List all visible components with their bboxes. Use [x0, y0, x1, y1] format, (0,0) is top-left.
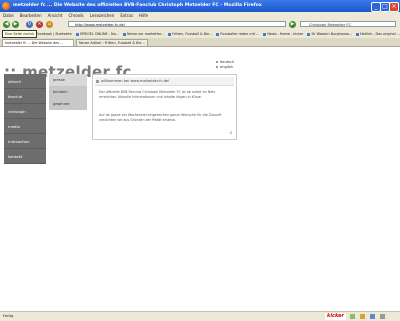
tab-new-article[interactable]: Neuer Artikel ‹ Fritten, Fussball & Bie.… [76, 39, 148, 46]
tab-label: Neuer Artikel ‹ Fritten, Fussball & Bie.… [79, 41, 145, 45]
tab-strip: metzelder fc ... Die Website des ... Neu… [0, 38, 400, 47]
bookmark-item[interactable]: Nemo vor marketfor... [122, 30, 164, 36]
bullet-icon [96, 79, 99, 83]
close-icon[interactable]: × [389, 1, 399, 12]
nav-item-christoph[interactable]: christoph [4, 104, 46, 119]
primary-nav: aktuell fanclub christoph media mitmache… [4, 74, 46, 164]
nav-item-aktuell[interactable]: aktuell [4, 74, 46, 89]
welcome-paragraph-2: Auf de ganze ein Wochenziel eingereichen… [99, 113, 222, 122]
bookmark-icon [122, 32, 126, 36]
nav-item-fanclub[interactable]: fanclub [4, 89, 46, 104]
bookmark-item[interactable]: Fussballer reden mit ... [216, 30, 259, 36]
addon-icon[interactable] [350, 314, 355, 319]
reload-icon[interactable]: ↻ [26, 21, 33, 28]
back-icon[interactable]: ◀ [3, 21, 10, 28]
search-text: Christoph Metzelder FC [309, 23, 351, 27]
tab-metzelder[interactable]: metzelder fc ... Die Website des ... [2, 39, 74, 46]
bookmark-item[interactable]: News - Home - kicker [263, 30, 303, 36]
bookmark-item[interactable]: Fritten, Fussball & Bie... [168, 30, 212, 36]
menu-bookmarks[interactable]: Lesezeichen [87, 12, 118, 18]
bookmark-item[interactable]: Dr Wassim Burghause... [307, 30, 352, 36]
menu-history[interactable]: Chronik [65, 12, 86, 18]
nav-item-media[interactable]: media [4, 119, 46, 134]
menu-edit[interactable]: Bearbeiten [17, 12, 45, 18]
subnav-item-gewinner[interactable]: gewinner [49, 98, 87, 110]
bookmark-item[interactable]: Facebook | Startseite [32, 30, 72, 36]
nav-item-mitmachen[interactable]: mitmachen [4, 134, 46, 149]
bullet-icon [216, 66, 218, 68]
language-switcher: deutsch english [216, 60, 234, 70]
bullet-icon [216, 61, 218, 63]
menu-view[interactable]: Ansicht [45, 12, 66, 18]
close-icon[interactable]: x [230, 130, 232, 135]
welcome-paragraph-1: Der offizielle BVB-Fanclub Christoph Met… [99, 90, 216, 99]
kicker-badge[interactable]: kicker [325, 313, 347, 320]
tab-label: metzelder fc ... Die Website des ... [5, 41, 64, 45]
bookmark-icon [216, 32, 220, 36]
bookmark-icon [263, 32, 267, 36]
rss-icon[interactable] [360, 314, 365, 319]
welcome-title: willkommen bei www.metzelder-fc.de! [101, 79, 170, 83]
nav-item-kontakt[interactable]: kontakt [4, 149, 46, 164]
menu-tools[interactable]: Extras [117, 12, 136, 18]
home-icon[interactable]: ⌂ [46, 21, 53, 28]
search-input[interactable]: Christoph Metzelder FC [300, 21, 396, 27]
firefox-icon [2, 2, 10, 10]
subnav-item-presse[interactable]: presse [49, 74, 87, 86]
welcome-box: willkommen bei www.metzelder-fc.de! Der … [92, 74, 237, 140]
security-icon[interactable] [370, 314, 375, 319]
menu-help[interactable]: Hilfe [136, 12, 151, 18]
forward-icon[interactable]: ▶ [12, 21, 19, 28]
language-en[interactable]: english [216, 65, 234, 70]
download-icon[interactable] [380, 314, 385, 319]
secondary-nav: presse bündeln gewinner [49, 74, 87, 110]
subnav-item-buendeln[interactable]: bündeln [49, 86, 87, 98]
url-text: http://www.metzelder-fc.de/ [75, 23, 125, 27]
bookmark-item[interactable]: SPIEGEL ONLINE - Na... [75, 30, 119, 36]
menu-file[interactable]: Datei [0, 12, 17, 18]
stop-icon[interactable]: × [36, 21, 43, 28]
menu-bar: Datei Bearbeiten Ansicht Chronik Lesezeichen… [0, 12, 400, 19]
bookmark-icon [356, 32, 360, 36]
bookmark-icon [75, 32, 79, 36]
bookmark-item[interactable]: Netlink - Das original ... [356, 30, 400, 36]
window-title: metzelder fc ... Die Website des offizie… [13, 3, 262, 8]
back-button-tooltip: Eine Seite zurück [2, 30, 38, 38]
window-title-bar[interactable]: metzelder fc ... Die Website des offizie… [0, 0, 400, 12]
bookmarks-toolbar: Facebook | Startseite SPIEGEL ONLINE - N… [0, 30, 400, 38]
bookmark-icon [168, 32, 172, 36]
go-icon[interactable]: ▶ [289, 21, 296, 28]
welcome-title-bar: willkommen bei www.metzelder-fc.de! [95, 77, 234, 86]
address-bar[interactable]: http://www.metzelder-fc.de/ [68, 21, 286, 27]
